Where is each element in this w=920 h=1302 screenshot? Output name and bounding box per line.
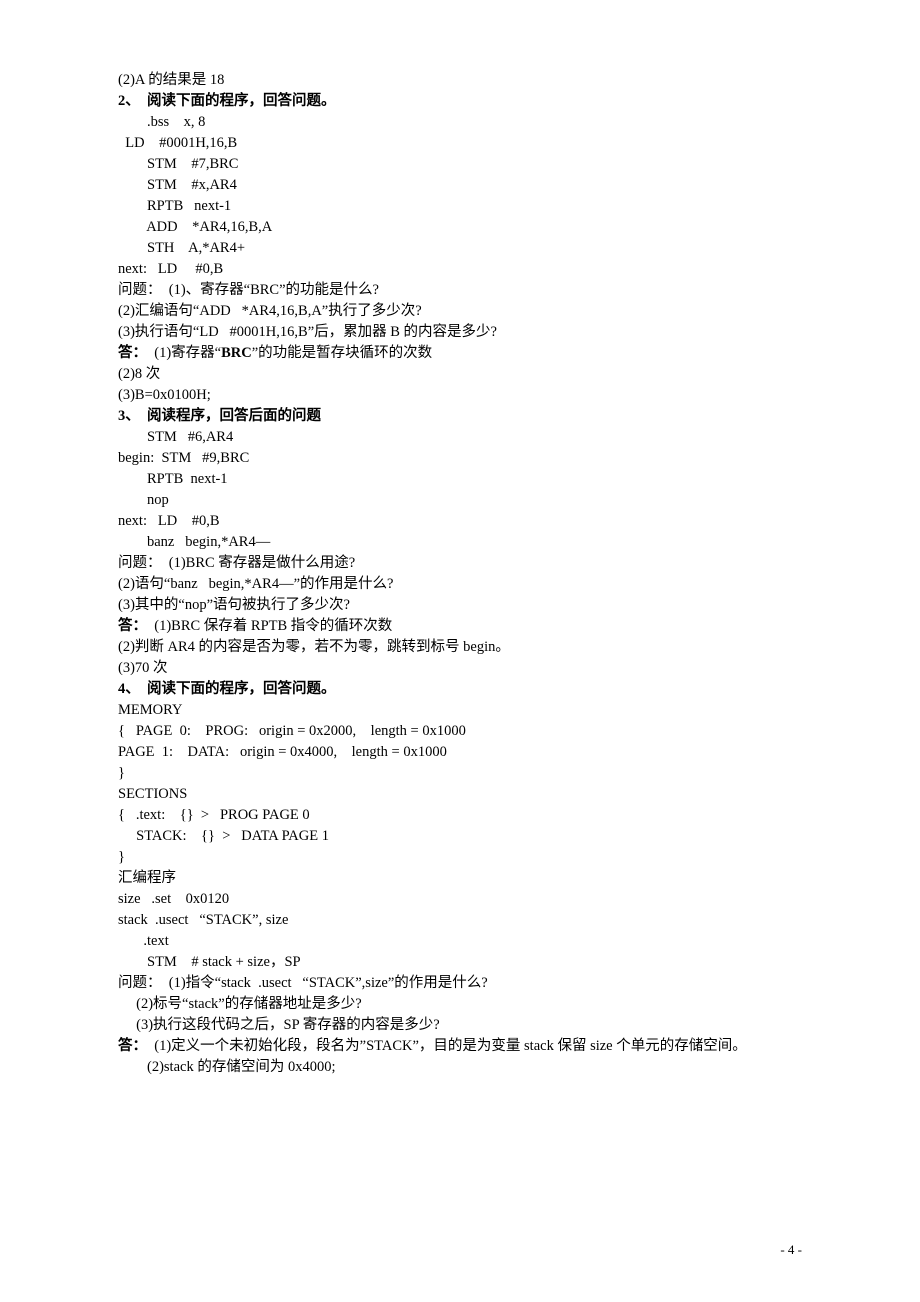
document-page: (2)A 的结果是 182、 阅读下面的程序，回答问题。 .bss x, 8 L… — [0, 0, 920, 1302]
document-body: (2)A 的结果是 182、 阅读下面的程序，回答问题。 .bss x, 8 L… — [118, 70, 802, 1078]
text-line: { PAGE 0: PROG: origin = 0x2000, length … — [118, 721, 802, 742]
text-line: size .set 0x0120 — [118, 889, 802, 910]
page-number: - 4 - — [780, 1239, 802, 1260]
text-line: 2、 阅读下面的程序，回答问题。 — [118, 91, 802, 112]
text-line: RPTB next-1 — [118, 469, 802, 490]
text-line: 答： (1)定义一个未初始化段，段名为”STACK”，目的是为变量 stack … — [118, 1036, 802, 1057]
text-span: ”的功能是暂存块循环的次数 — [252, 345, 432, 361]
text-line: STACK: {} > DATA PAGE 1 — [118, 826, 802, 847]
text-line: 3、 阅读程序，回答后面的问题 — [118, 406, 802, 427]
text-line: stack .usect “STACK”, size — [118, 910, 802, 931]
text-line: (3)执行这段代码之后，SP 寄存器的内容是多少? — [118, 1015, 802, 1036]
text-line: (2)stack 的存储空间为 0x4000; — [118, 1057, 802, 1078]
text-line: (2)A 的结果是 18 — [118, 70, 802, 91]
text-line: 汇编程序 — [118, 868, 802, 889]
text-span: (1)寄存器“ — [147, 345, 221, 361]
text-line: (3)其中的“nop”语句被执行了多少次? — [118, 595, 802, 616]
text-line: .text — [118, 931, 802, 952]
text-span: (1)BRC 保存着 RPTB 指令的循环次数 — [147, 618, 392, 634]
text-line: 问题： (1)BRC 寄存器是做什么用途? — [118, 553, 802, 574]
text-line: 4、 阅读下面的程序，回答问题。 — [118, 679, 802, 700]
text-line: STM #6,AR4 — [118, 427, 802, 448]
text-line: 答： (1)寄存器“BRC”的功能是暂存块循环的次数 — [118, 343, 802, 364]
text-line: begin: STM #9,BRC — [118, 448, 802, 469]
text-line: (3)执行语句“LD #0001H,16,B”后，累加器 B 的内容是多少? — [118, 322, 802, 343]
text-line: MEMORY — [118, 700, 802, 721]
text-line: (2)判断 AR4 的内容是否为零，若不为零，跳转到标号 begin。 — [118, 637, 802, 658]
text-line: next: LD #0,B — [118, 511, 802, 532]
text-line: STM #x,AR4 — [118, 175, 802, 196]
text-line: (3)B=0x0100H; — [118, 385, 802, 406]
text-line: .bss x, 8 — [118, 112, 802, 133]
text-line: { .text: {} > PROG PAGE 0 — [118, 805, 802, 826]
bold-prefix: 答： — [118, 618, 147, 634]
text-line: STH A,*AR4+ — [118, 238, 802, 259]
text-line: banz begin,*AR4— — [118, 532, 802, 553]
text-line: (2)语句“banz begin,*AR4—”的作用是什么? — [118, 574, 802, 595]
text-line: SECTIONS — [118, 784, 802, 805]
text-line: RPTB next-1 — [118, 196, 802, 217]
text-span: (1)定义一个未初始化段，段名为”STACK”，目的是为变量 stack 保留 … — [147, 1038, 747, 1054]
text-line: next: LD #0,B — [118, 259, 802, 280]
text-line: 答： (1)BRC 保存着 RPTB 指令的循环次数 — [118, 616, 802, 637]
text-line: (2)8 次 — [118, 364, 802, 385]
text-line: } — [118, 847, 802, 868]
text-line: 问题： (1)指令“stack .usect “STACK”,size”的作用是… — [118, 973, 802, 994]
bold-prefix: 答： — [118, 1038, 147, 1054]
text-line: PAGE 1: DATA: origin = 0x4000, length = … — [118, 742, 802, 763]
text-line: 问题： (1)、寄存器“BRC”的功能是什么? — [118, 280, 802, 301]
text-line: (3)70 次 — [118, 658, 802, 679]
bold-mid: BRC — [221, 345, 252, 361]
text-line: } — [118, 763, 802, 784]
text-line: LD #0001H,16,B — [118, 133, 802, 154]
text-line: ADD *AR4,16,B,A — [118, 217, 802, 238]
bold-prefix: 答： — [118, 345, 147, 361]
text-line: STM # stack + size，SP — [118, 952, 802, 973]
text-line: nop — [118, 490, 802, 511]
text-line: STM #7,BRC — [118, 154, 802, 175]
text-line: (2)汇编语句“ADD *AR4,16,B,A”执行了多少次? — [118, 301, 802, 322]
text-line: (2)标号“stack”的存储器地址是多少? — [118, 994, 802, 1015]
